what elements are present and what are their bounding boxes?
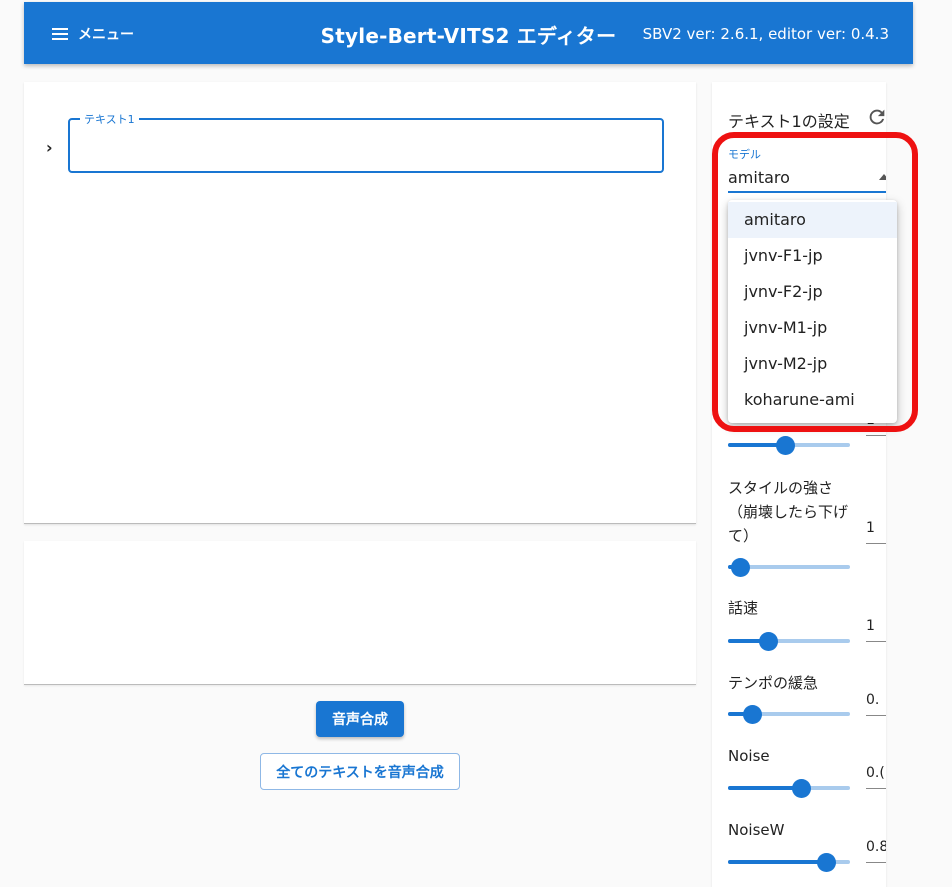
param-input-noisew[interactable]: 0.8: [866, 839, 886, 863]
param-input-speed[interactable]: 1: [866, 618, 886, 642]
refresh-icon[interactable]: [866, 106, 886, 128]
param-input-tempo[interactable]: 0.: [866, 692, 886, 716]
slider-thumb[interactable]: [817, 853, 836, 872]
param-input-style-strength[interactable]: 1: [866, 520, 886, 544]
version-info: SBV2 ver: 2.6.1, editor ver: 0.4.3: [642, 25, 889, 43]
slider-thumb[interactable]: [743, 705, 762, 724]
audio-panel: [24, 541, 696, 685]
param-slider-noise[interactable]: [728, 778, 850, 798]
param-input-noise[interactable]: 0.(: [866, 765, 886, 789]
editor-panel: › テキスト1: [24, 82, 696, 524]
param-slider-style-strength[interactable]: [728, 557, 850, 577]
param-label-tempo: テンポの緩急: [728, 674, 819, 692]
param-label-speed: 話速: [728, 599, 759, 617]
chevron-right-icon[interactable]: ›: [46, 138, 53, 157]
param-label-noisew: NoiseW: [728, 821, 785, 839]
slider-thumb[interactable]: [776, 436, 795, 455]
slider-thumb[interactable]: [731, 558, 750, 577]
slider-thumb[interactable]: [759, 632, 778, 651]
text-input-1[interactable]: テキスト1: [68, 111, 664, 173]
highlight-annotation: [712, 132, 918, 432]
app-bar: メニュー Style-Bert-VITS2 エディター SBV2 ver: 2.…: [24, 2, 913, 64]
settings-title: テキスト1の設定: [728, 112, 850, 131]
param-slider-0[interactable]: [728, 435, 850, 455]
param-slider-speed[interactable]: [728, 631, 850, 651]
slider-track: [728, 786, 801, 790]
param-label-style-strength: スタイルの強さ（崩壊したら下げて）: [728, 479, 849, 545]
synthesize-all-button[interactable]: 全てのテキストを音声合成: [260, 753, 460, 790]
param-slider-tempo[interactable]: [728, 704, 850, 724]
text-input-1-label: テキスト1: [80, 111, 139, 127]
synthesize-button[interactable]: 音声合成: [316, 701, 404, 737]
slider-thumb[interactable]: [792, 779, 811, 798]
param-slider-noisew[interactable]: [728, 852, 850, 872]
slider-track: [728, 860, 826, 864]
param-label-noise: Noise: [728, 747, 770, 765]
